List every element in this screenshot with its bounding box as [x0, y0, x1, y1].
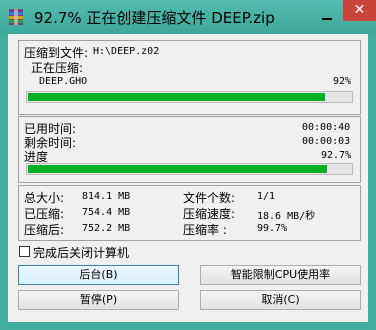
- ratio-label: 压缩率 :: [183, 223, 227, 237]
- cancel-button[interactable]: 取消(C): [200, 290, 361, 310]
- file-progress-fill: [28, 93, 325, 101]
- file-count-value: 1/1: [257, 191, 276, 202]
- window-title: 92.7% 正在创建压缩文件 DEEP.zip: [34, 9, 275, 27]
- file-count-label: 文件个数:: [183, 191, 236, 205]
- overall-progress-value: 92.7%: [321, 150, 352, 161]
- time-progress-group: 已用时间: 00:00:40 剩余时间: 00:00:03 进度 92.7%: [18, 116, 361, 183]
- shutdown-checkbox[interactable]: [19, 246, 30, 257]
- file-progress-group: 压缩到文件: H:\DEEP.z02 正在压缩: DEEP.GHO 92%: [18, 40, 361, 115]
- ratio-value: 99.7%: [257, 223, 288, 234]
- dialog-client-area: 压缩到文件: H:\DEEP.z02 正在压缩: DEEP.GHO 92% 已用…: [8, 34, 368, 322]
- compressed-value: 754.4 MB: [82, 207, 131, 218]
- after-compression-value: 752.2 MB: [82, 223, 131, 234]
- compressing-label: 正在压缩:: [31, 61, 84, 75]
- minimize-button[interactable]: [316, 6, 338, 24]
- current-file-name: DEEP.GHO: [39, 76, 88, 87]
- speed-label: 压缩速度:: [183, 207, 236, 221]
- pause-button[interactable]: 暂停(P): [18, 290, 179, 310]
- total-size-value: 814.1 MB: [82, 191, 131, 202]
- speed-value: 18.6 MB/秒: [257, 211, 316, 222]
- winrar-archive-icon: [9, 9, 23, 25]
- elapsed-time-value: 00:00:40: [302, 122, 351, 133]
- shutdown-label[interactable]: 完成后关闭计算机: [33, 244, 129, 261]
- after-compression-label: 压缩后:: [24, 223, 65, 237]
- smart-cpu-limit-button[interactable]: 智能限制CPU使用率: [200, 265, 361, 285]
- background-button[interactable]: 后台(B): [18, 265, 179, 285]
- close-button[interactable]: ✕: [343, 0, 376, 21]
- file-progress-bar: [26, 91, 353, 103]
- overall-progress-fill: [28, 165, 327, 173]
- stats-group: 总大小: 814.1 MB 已压缩: 754.4 MB 压缩后: 752.2 M…: [18, 185, 361, 241]
- overall-progress-bar: [26, 163, 353, 175]
- compress-dialog-window: 92.7% 正在创建压缩文件 DEEP.zip ✕ 压缩到文件: H:\DEEP…: [0, 0, 376, 330]
- file-percent: 92%: [333, 76, 352, 87]
- title-bar[interactable]: 92.7% 正在创建压缩文件 DEEP.zip ✕: [0, 0, 376, 34]
- compressed-label: 已压缩:: [24, 207, 65, 221]
- total-size-label: 总大小:: [24, 191, 65, 205]
- remaining-time-value: 00:00:03: [302, 136, 351, 147]
- compress-to-path: H:\DEEP.z02: [93, 46, 160, 57]
